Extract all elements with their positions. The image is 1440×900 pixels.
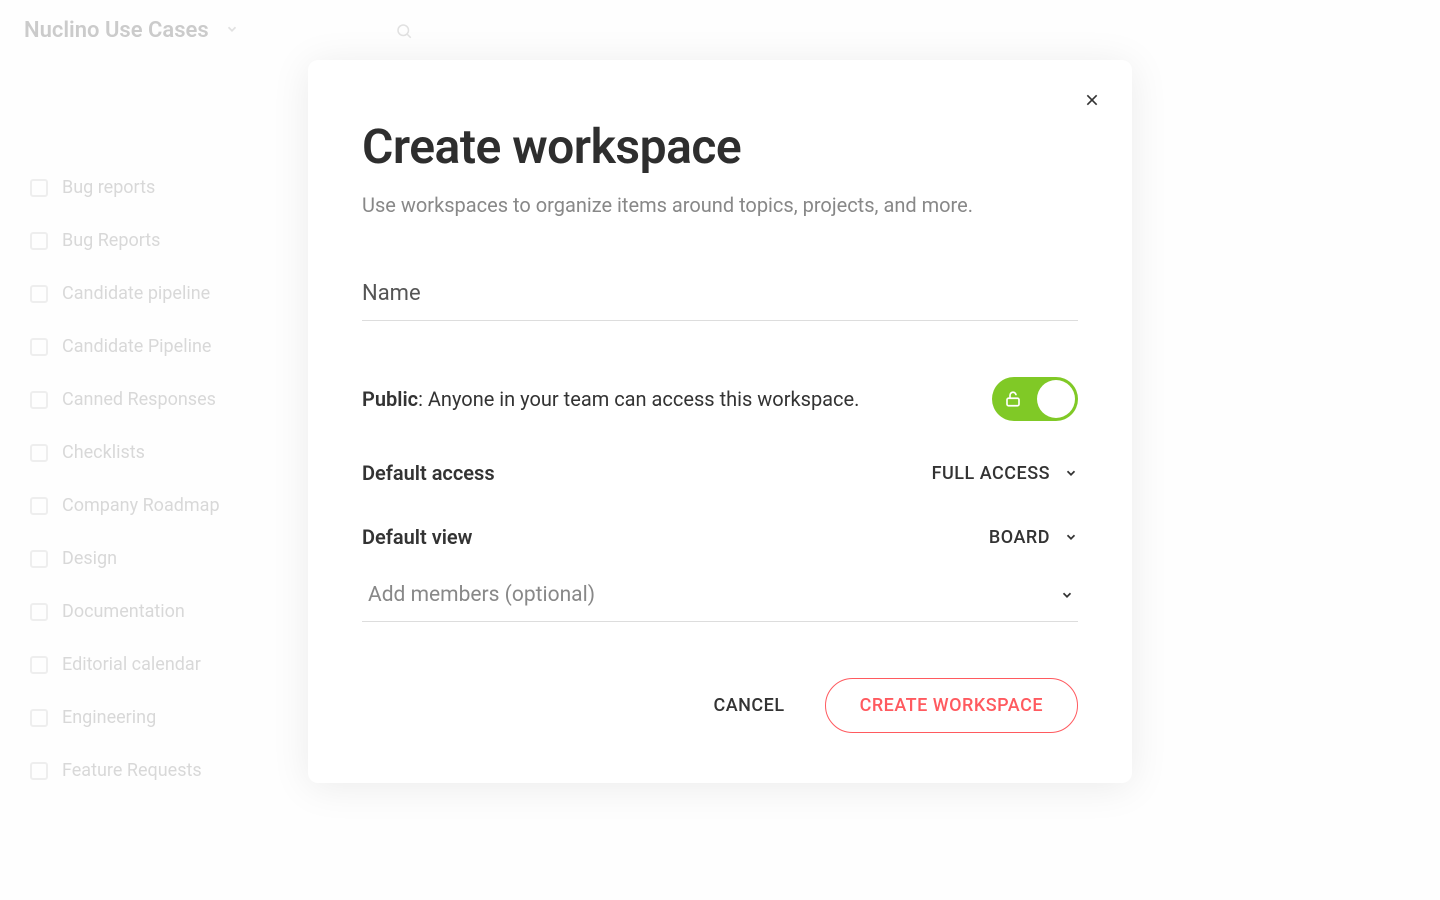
- modal-overlay: Create workspace Use workspaces to organ…: [0, 0, 1440, 900]
- modal-title: Create workspace: [362, 118, 1078, 175]
- chevron-down-icon: [1064, 530, 1078, 544]
- close-icon: [1084, 92, 1100, 108]
- chevron-down-icon: [1064, 466, 1078, 480]
- add-members-select[interactable]: Add members (optional): [362, 573, 1078, 622]
- default-view-dropdown[interactable]: BOARD: [989, 527, 1078, 548]
- modal-subtitle: Use workspaces to organize items around …: [362, 193, 1078, 217]
- public-label-rest: : Anyone in your team can access this wo…: [418, 387, 859, 411]
- cancel-button[interactable]: CANCEL: [713, 695, 784, 716]
- default-access-row: Default access FULL ACCESS: [362, 461, 1078, 485]
- chevron-down-icon: [1060, 588, 1074, 602]
- close-button[interactable]: [1080, 88, 1104, 112]
- default-view-value: BOARD: [989, 527, 1050, 548]
- public-toggle[interactable]: [992, 377, 1078, 421]
- modal-footer: CANCEL CREATE WORKSPACE: [362, 678, 1078, 733]
- create-workspace-modal: Create workspace Use workspaces to organ…: [308, 60, 1132, 783]
- public-label: Public: Anyone in your team can access t…: [362, 387, 859, 411]
- default-access-label: Default access: [362, 461, 495, 485]
- default-access-dropdown[interactable]: FULL ACCESS: [932, 463, 1078, 484]
- workspace-name-input[interactable]: [362, 273, 1078, 321]
- default-view-label: Default view: [362, 525, 472, 549]
- public-label-bold: Public: [362, 387, 418, 411]
- unlock-icon: [1004, 389, 1022, 409]
- default-view-row: Default view BOARD: [362, 525, 1078, 549]
- default-access-value: FULL ACCESS: [932, 463, 1050, 484]
- create-workspace-button[interactable]: CREATE WORKSPACE: [825, 678, 1078, 733]
- members-placeholder: Add members (optional): [368, 583, 595, 607]
- toggle-knob: [1037, 380, 1075, 418]
- public-row: Public: Anyone in your team can access t…: [362, 377, 1078, 421]
